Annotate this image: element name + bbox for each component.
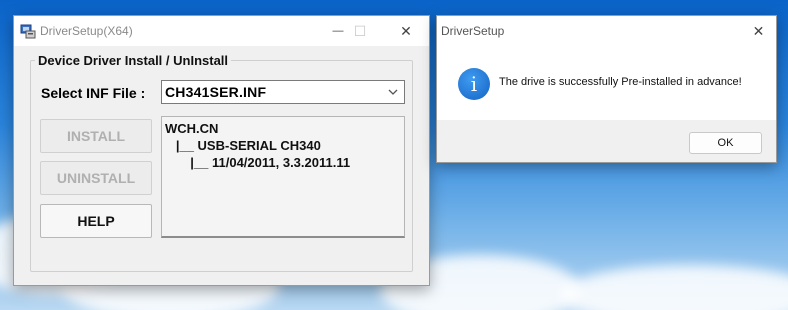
- chevron-down-icon[interactable]: [386, 84, 400, 100]
- uninstall-button: UNINSTALL: [40, 161, 152, 195]
- window-title: DriverSetup(X64): [40, 24, 133, 38]
- driver-setup-window: DriverSetup(X64) — ☐ ✕ Device Driver Ins…: [13, 15, 430, 286]
- dialog-footer: OK: [437, 120, 776, 162]
- inf-file-label: Select INF File :: [41, 85, 146, 101]
- install-button: INSTALL: [40, 119, 152, 153]
- close-button[interactable]: ✕: [383, 16, 429, 46]
- driver-info-pane: WCH.CN |__ USB-SERIAL CH340 |__ 11/04/20…: [161, 116, 405, 238]
- dialog-message: The drive is successfully Pre-installed …: [499, 76, 742, 88]
- info-icon: i: [458, 68, 490, 100]
- app-icon: [20, 24, 36, 39]
- desktop-cloud: [560, 265, 788, 310]
- driver-device: |__ USB-SERIAL CH340: [165, 138, 321, 153]
- groupbox-title: Device Driver Install / UnInstall: [35, 53, 232, 68]
- help-button[interactable]: HELP: [40, 204, 152, 238]
- inf-file-value: CH341SER.INF: [165, 84, 267, 100]
- inf-file-select[interactable]: CH341SER.INF: [161, 80, 405, 104]
- maximize-button: ☐: [353, 23, 367, 39]
- window-client-area: Device Driver Install / UnInstall Select…: [14, 46, 429, 285]
- dialog-close-button[interactable]: ✕: [741, 16, 776, 46]
- title-bar[interactable]: DriverSetup(X64) — ☐ ✕: [14, 16, 429, 46]
- driver-version: |__ 11/04/2011, 3.3.2011.11: [165, 155, 351, 170]
- dialog-title-bar[interactable]: DriverSetup ✕: [437, 16, 776, 46]
- ok-button[interactable]: OK: [689, 132, 762, 154]
- driver-vendor: WCH.CN: [165, 121, 219, 136]
- dialog-title: DriverSetup: [441, 24, 505, 38]
- message-dialog: DriverSetup ✕ i The drive is successfull…: [436, 15, 777, 163]
- dialog-body: i The drive is successfully Pre-installe…: [437, 46, 776, 120]
